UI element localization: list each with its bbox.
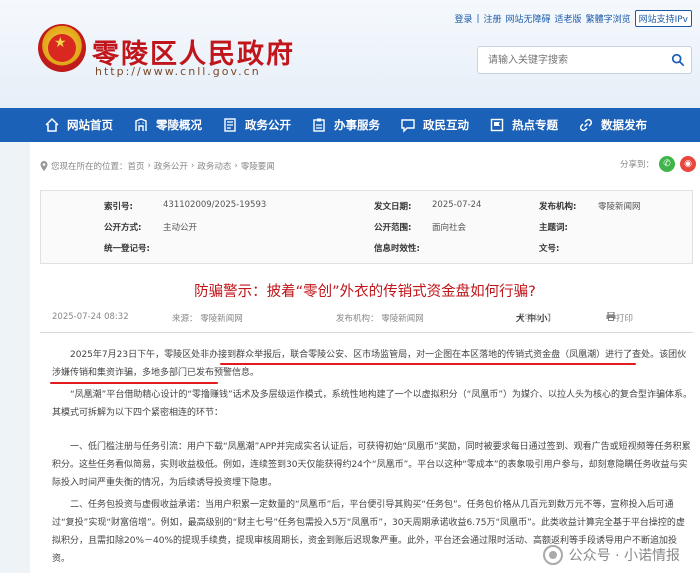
docno-label: 文号: <box>539 244 560 254</box>
article-paragraph-3: 一、低门槛注册与任务引流：用户下载“凤凰潮”APP并完成实名认证后，可获得初始“… <box>52 442 691 488</box>
topic-label: 主题词: <box>539 223 568 233</box>
divider <box>40 332 693 333</box>
main-nav: 网站首页 零陵概况 政务公开 办事服务 政民互动 热点专题 数据发布 <box>0 108 700 142</box>
article-publisher: 发布机构： 零陵新闻网 <box>336 314 424 324</box>
site-url: http://www.cnll.gov.cn <box>95 65 261 78</box>
breadcrumb: 您现在所在的位置：首页 › 政务公开 › 政务动态 › 零陵要闻 <box>40 160 275 172</box>
print-label: 打印 <box>616 314 634 324</box>
chat-icon <box>401 119 415 133</box>
search-icon[interactable] <box>671 53 685 67</box>
building-icon <box>135 118 147 131</box>
org-label: 发布机构: <box>539 202 577 212</box>
article-paragraph-2: “凤凰潮”平台借助精心设计的“零撸赚钱”话术及多层级运作模式，系统性地构建了一个… <box>52 390 692 418</box>
scope-value: 面向社会 <box>432 223 467 233</box>
nav-services-label: 办事服务 <box>334 118 380 132</box>
print-button[interactable]: 打印 <box>606 312 633 324</box>
accessibility-link[interactable]: 网站无障碍 <box>506 12 551 25</box>
font-size-control: 【字体： 大 中 小 】 <box>516 314 556 324</box>
scope-label: 公开范围: <box>374 223 412 233</box>
index-label: 索引号: <box>104 202 133 212</box>
weibo-share-icon[interactable]: ◉ <box>680 156 696 172</box>
nav-data[interactable]: 数据发布 <box>568 108 657 142</box>
national-emblem-logo[interactable]: ★ <box>38 24 86 72</box>
mode-label: 公开方式: <box>104 223 142 233</box>
nav-home-label: 网站首页 <box>67 118 113 132</box>
flag-icon <box>490 118 504 132</box>
wechat-share-icon[interactable]: ✆ <box>659 156 675 172</box>
home-icon <box>45 117 59 132</box>
article-title: 防骗警示：披着“零创”外衣的传销式资金盘如何行骗? <box>194 284 536 300</box>
location-pin-icon <box>40 161 48 171</box>
clipboard-icon <box>313 118 325 132</box>
document-icon <box>224 118 236 132</box>
breadcrumb-gov-affairs[interactable]: 政务公开 <box>154 160 188 172</box>
nav-overview[interactable]: 零陵概况 <box>123 108 212 142</box>
top-links: 登录 | 注册 网站无障碍 适老版 繁體字浏览 网站支持IPv <box>454 10 692 27</box>
nav-gov-affairs[interactable]: 政务公开 <box>212 108 301 142</box>
wechat-watermark: 公众号 · 小诺情报 <box>542 545 680 565</box>
nav-home[interactable]: 网站首页 <box>0 108 123 142</box>
breadcrumb-local-news[interactable]: 零陵要闻 <box>241 160 275 172</box>
search-input[interactable] <box>478 47 658 73</box>
wechat-logo-icon <box>542 545 563 565</box>
validity-label: 信息时效性: <box>374 244 420 254</box>
nav-overview-label: 零陵概况 <box>156 118 202 132</box>
red-underline-annotation <box>398 363 636 365</box>
search-box <box>477 46 692 74</box>
register-link[interactable]: 注册 <box>484 12 502 25</box>
article-source: 来源： 零陵新闻网 <box>172 314 243 324</box>
publish-datetime: 2025-07-24 08:32 <box>52 312 129 322</box>
article-info-line: 2025-07-24 08:32 来源： 零陵新闻网 发布机构： 零陵新闻网 【… <box>40 312 693 328</box>
date-value: 2025-07-24 <box>432 200 482 210</box>
ipv6-badge: 网站支持IPv <box>634 10 692 27</box>
nav-gov-affairs-label: 政务公开 <box>245 118 291 132</box>
printer-icon <box>606 312 616 321</box>
nav-interaction-label: 政民互动 <box>423 118 469 132</box>
nav-topics[interactable]: 热点专题 <box>479 108 568 142</box>
traditional-chinese-link[interactable]: 繁體字浏览 <box>586 12 631 25</box>
document-meta-table: 索引号: 431102009/2025-19593 发文日期: 2025-07-… <box>40 190 693 264</box>
org-value: 零陵新闻网 <box>598 202 641 212</box>
watermark-text: 公众号 · 小诺情报 <box>568 548 680 564</box>
breadcrumb-gov-news[interactable]: 政务动态 <box>197 160 231 172</box>
elderly-mode-link[interactable]: 适老版 <box>555 12 582 25</box>
nav-topics-label: 热点专题 <box>512 118 558 132</box>
share-bar: 分享到： ✆ ◉ <box>620 156 696 172</box>
content-panel: 您现在所在的位置：首页 › 政务公开 › 政务动态 › 零陵要闻 分享到： ✆ ◉ 索… <box>30 142 700 573</box>
date-label: 发文日期: <box>374 202 412 212</box>
site-header: 登录 | 注册 网站无障碍 适老版 繁體字浏览 网站支持IPv ★ 零陵区人民政府… <box>0 0 700 108</box>
link-icon <box>579 118 593 132</box>
reg-label: 统一登记号: <box>104 244 150 254</box>
breadcrumb-home[interactable]: 您现在所在的位置：首页 <box>51 160 145 172</box>
nav-interaction[interactable]: 政民互动 <box>390 108 479 142</box>
nav-services[interactable]: 办事服务 <box>301 108 390 142</box>
login-link[interactable]: 登录 <box>454 12 472 25</box>
mode-value: 主动公开 <box>163 223 198 233</box>
nav-data-label: 数据发布 <box>601 118 647 132</box>
share-label: 分享到： <box>619 160 654 170</box>
index-value: 431102009/2025-19593 <box>163 200 267 210</box>
red-underline-annotation <box>50 382 218 384</box>
